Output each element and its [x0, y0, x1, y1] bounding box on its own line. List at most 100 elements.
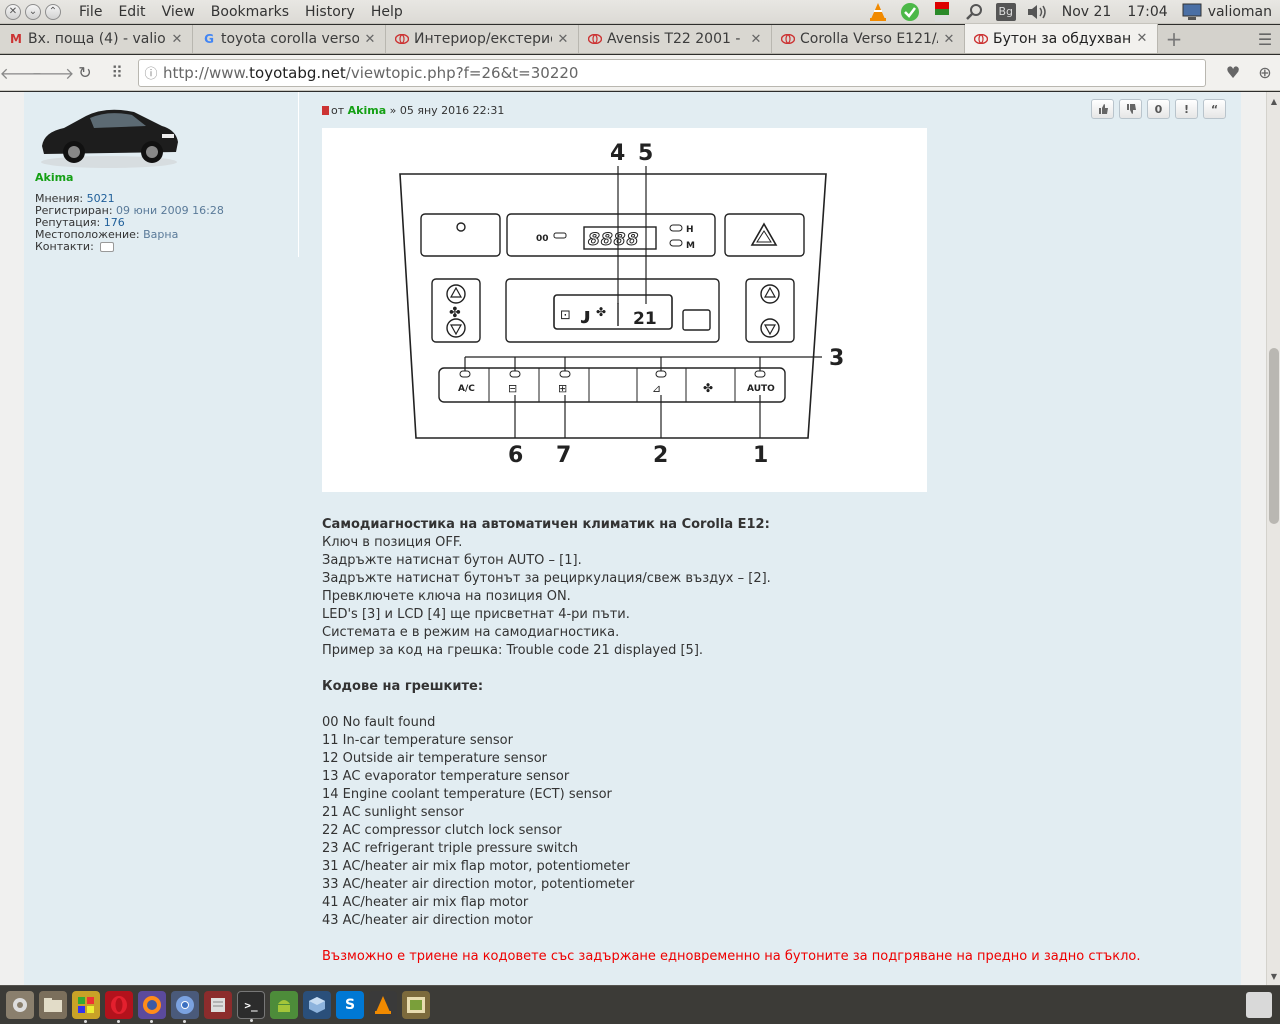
code-line: 11 In-car temperature sensor [322, 733, 513, 748]
skype-icon[interactable]: S [336, 991, 364, 1019]
network-icon[interactable] [964, 2, 984, 22]
contact-speech-icon[interactable] [100, 242, 115, 252]
location-value: Варна [143, 228, 179, 241]
tab-title: Avensis T22 2001 - за [607, 31, 745, 47]
code-line: 23 AC refrigerant triple pressure switch [322, 841, 579, 856]
gmail-icon: M [10, 32, 22, 46]
close-tab-icon[interactable]: ✕ [556, 32, 570, 47]
date-label[interactable]: Nov 21 [1062, 4, 1112, 20]
puzzle-icon[interactable] [72, 991, 100, 1023]
code-line: 13 AC evaporator temperature sensor [322, 769, 570, 784]
archive-icon[interactable] [204, 991, 232, 1019]
reload-button[interactable]: ↻ [70, 58, 100, 88]
maximize-window-button[interactable]: ⌃ [45, 3, 61, 20]
registered-date: 09 юни 2009 16:28 [116, 204, 224, 217]
post-icon [322, 106, 329, 115]
virtualbox-icon[interactable] [303, 991, 331, 1019]
callout-7: 7 [556, 443, 571, 468]
close-tab-icon[interactable]: ✕ [1135, 31, 1149, 46]
vlc-tray-icon[interactable] [868, 2, 888, 22]
bookmark-heart-icon[interactable]: ♥ [1218, 58, 1248, 88]
scroll-up-icon[interactable]: ▲ [1267, 94, 1280, 108]
code-line: 22 AC compressor clutch lock sensor [322, 823, 562, 838]
close-tab-icon[interactable]: ✕ [170, 32, 184, 47]
apps-grid-icon[interactable]: ⠿ [102, 58, 132, 88]
step-line: Задръжте натиснат бутон AUTO – [1]. [322, 553, 582, 568]
code-line: 00 No fault found [322, 715, 436, 730]
avatar[interactable] [34, 98, 184, 170]
tab-gmail[interactable]: M Вх. поща (4) - valioman ✕ [0, 25, 193, 53]
svg-text:00: 00 [536, 234, 549, 244]
close-tab-icon[interactable]: ✕ [363, 32, 377, 47]
close-tab-icon[interactable]: ✕ [942, 32, 956, 47]
trash-icon[interactable] [1246, 992, 1272, 1018]
tab-title: Бутон за обдухване [993, 30, 1131, 47]
post-date: » 05 яну 2016 22:31 [389, 104, 505, 117]
post-heading: Самодиагностика на автоматичен климатик … [322, 517, 770, 532]
post-text: Самодиагностика на автоматичен климатик … [322, 516, 1222, 966]
android-icon[interactable] [270, 991, 298, 1019]
post-author-link[interactable]: Akima [348, 104, 386, 117]
site-info-icon[interactable]: ⓘ [139, 61, 163, 85]
page-content: Akima Мнения: 5021 Регистриран: 09 юни 2… [0, 92, 1266, 985]
step-line: Ключ в позиция OFF. [322, 535, 463, 550]
menu-file[interactable]: File [71, 4, 110, 20]
svg-text:H: H [686, 225, 694, 235]
report-button[interactable]: ! [1175, 99, 1198, 119]
reputation-button[interactable]: 0 [1147, 99, 1170, 119]
callout-4: 4 [610, 141, 625, 166]
user-name[interactable]: valioman [1208, 4, 1272, 20]
opera-icon[interactable] [105, 991, 133, 1023]
svg-text:M: M [686, 241, 695, 251]
scrollbar-thumb[interactable] [1269, 348, 1279, 524]
download-icon[interactable]: ⊕ [1250, 58, 1280, 88]
tab-title: Corolla Verso E121/A [800, 31, 938, 47]
terminal-icon[interactable]: >_ [237, 991, 265, 1022]
scroll-down-icon[interactable]: ▼ [1267, 969, 1280, 983]
firefox-icon[interactable] [138, 991, 166, 1023]
code-line: 12 Outside air temperature sensor [322, 751, 547, 766]
menu-bar: ✕ ⌄ ⌃ File Edit View Bookmarks History H… [0, 0, 1280, 24]
vertical-scrollbar[interactable]: ▲ ▼ [1266, 92, 1280, 985]
address-bar[interactable]: ⓘ http://www.toyotabg.net/viewtopic.php?… [138, 58, 1206, 87]
author-name[interactable]: Akima [35, 171, 73, 184]
tab-avensis[interactable]: Avensis T22 2001 - за ✕ [579, 25, 772, 53]
tab-active[interactable]: Бутон за обдухване ✕ [965, 24, 1158, 53]
tab-google[interactable]: G toyota corolla verso ✕ [193, 25, 386, 53]
menu-help[interactable]: Help [363, 4, 411, 20]
folder-icon[interactable] [39, 991, 67, 1019]
close-window-button[interactable]: ✕ [5, 3, 21, 20]
tab-title: Интериор/екстериор [414, 31, 552, 47]
clock[interactable]: 17:04 [1127, 4, 1167, 20]
sync-check-icon[interactable] [900, 2, 920, 22]
volume-icon[interactable] [1027, 2, 1048, 22]
menu-view[interactable]: View [154, 4, 203, 20]
menu-history[interactable]: History [297, 4, 363, 20]
tab-list-icon[interactable]: ☰ [1250, 25, 1280, 53]
keyboard-layout-icon[interactable]: Bg [995, 2, 1016, 21]
toyota-icon [780, 31, 796, 47]
menu-edit[interactable]: Edit [110, 4, 153, 20]
tab-interior[interactable]: Интериор/екстериор ✕ [386, 25, 579, 53]
quote-button[interactable]: “ [1203, 99, 1226, 119]
status-indicator-icon[interactable] [932, 1, 952, 22]
step-line: Задръжте натиснат бутонът за рециркулаци… [322, 571, 771, 586]
callout-2: 2 [653, 443, 668, 468]
thumbs-down-button[interactable] [1119, 99, 1142, 119]
forward-button[interactable]: 🡒 [32, 58, 75, 88]
minimize-window-button[interactable]: ⌄ [25, 3, 41, 20]
close-tab-icon[interactable]: ✕ [749, 32, 763, 47]
tab-corolla-verso[interactable]: Corolla Verso E121/A ✕ [772, 25, 965, 53]
photos-icon[interactable] [402, 991, 430, 1019]
code-line: 14 Engine coolant temperature (ECT) sens… [322, 787, 612, 802]
menu-bookmarks[interactable]: Bookmarks [203, 4, 297, 20]
step-line: Системата е в режим на самодиагностика. [322, 625, 620, 640]
vlc-icon[interactable] [369, 991, 397, 1019]
chromium-icon[interactable] [171, 991, 199, 1023]
note-text: Възможно е триене на кодовете със задърж… [322, 949, 1141, 964]
callout-3: 3 [829, 346, 844, 371]
computer-icon[interactable] [1182, 2, 1202, 22]
thumbs-up-button[interactable] [1091, 99, 1114, 119]
files-icon[interactable] [6, 991, 34, 1019]
new-tab-button[interactable]: + [1158, 25, 1190, 53]
